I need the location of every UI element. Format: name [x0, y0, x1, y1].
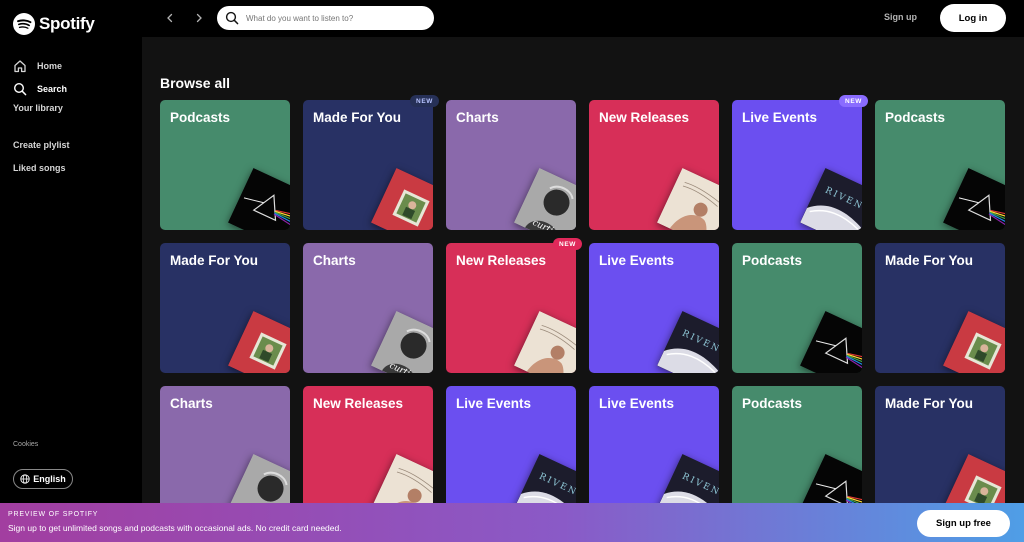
new-badge: NEW: [553, 238, 582, 250]
category-card-title: New Releases: [599, 110, 690, 125]
category-card[interactable]: Made For You: [875, 386, 1005, 503]
category-card[interactable]: Live Events RIVEN: [589, 386, 719, 503]
category-card[interactable]: Live Events RIVEN: [446, 386, 576, 503]
new-badge: NEW: [839, 95, 868, 107]
globe-icon: [20, 474, 30, 484]
category-cover-art: [228, 311, 290, 373]
nav-home-label: Home: [37, 60, 63, 71]
category-cover-art: curtis: [371, 311, 433, 373]
category-card[interactable]: Live Events RIVEN: [589, 243, 719, 373]
your-library-link[interactable]: Your library: [13, 103, 63, 113]
category-card-title: Live Events: [456, 396, 532, 411]
category-card-title: Live Events: [599, 396, 675, 411]
category-card[interactable]: Podcasts: [875, 100, 1005, 230]
category-card-title: Charts: [170, 396, 213, 411]
back-button[interactable]: [160, 8, 180, 28]
category-cover-art: [943, 454, 1005, 503]
category-card-title: New Releases: [456, 253, 547, 268]
forward-button[interactable]: [189, 8, 209, 28]
banner-kicker: PREVIEW OF SPOTIFY: [8, 511, 99, 518]
nav-search[interactable]: Search: [13, 77, 67, 100]
category-card[interactable]: New Releases: [446, 243, 576, 373]
category-card-title: Podcasts: [742, 253, 803, 268]
chevron-right-icon: [196, 13, 202, 23]
search-input[interactable]: [246, 13, 426, 23]
category-card-title: Podcasts: [170, 110, 231, 125]
chevron-left-icon: [167, 13, 173, 23]
nav-search-label: Search: [37, 83, 68, 94]
category-card[interactable]: New Releases: [589, 100, 719, 230]
banner-text: Sign up to get unlimited songs and podca…: [8, 523, 342, 533]
category-cover-art: [943, 311, 1005, 373]
category-card-title: Live Events: [599, 253, 675, 268]
main-nav: Home Search: [13, 54, 67, 100]
category-cover-art: RIVEN: [657, 454, 719, 503]
category-card[interactable]: Live Events RIVEN: [732, 100, 862, 230]
category-cover-art: [943, 168, 1005, 230]
category-card[interactable]: Podcasts: [160, 100, 290, 230]
create-playlist-link[interactable]: Create plylist: [13, 140, 70, 150]
language-label: English: [33, 474, 66, 484]
category-card[interactable]: Charts curtis: [303, 243, 433, 373]
category-card[interactable]: Podcasts: [732, 386, 862, 503]
signup-banner[interactable]: PREVIEW OF SPOTIFY Sign up to get unlimi…: [0, 503, 1024, 542]
spotify-logo-icon: [13, 13, 35, 35]
category-card[interactable]: Made For You: [160, 243, 290, 373]
category-card-title: New Releases: [313, 396, 404, 411]
home-icon: [13, 59, 27, 73]
category-cover-art: [514, 311, 576, 373]
category-card-title: Live Events: [742, 110, 818, 125]
category-card-title: Charts: [313, 253, 356, 268]
category-card[interactable]: Charts curtis: [160, 386, 290, 503]
category-cover-art: [657, 168, 719, 230]
category-card[interactable]: New Releases: [303, 386, 433, 503]
category-card-title: Made For You: [885, 396, 974, 411]
new-badge: NEW: [410, 95, 439, 107]
category-grid: Podcasts Made For You NEW Charts curtis New R…: [160, 95, 1005, 503]
signup-free-button[interactable]: Sign up free: [917, 510, 1010, 537]
category-card[interactable]: Podcasts: [732, 243, 862, 373]
category-card[interactable]: Made For You: [875, 243, 1005, 373]
logo-text: Spotify: [39, 14, 95, 33]
category-card-title: Made For You: [885, 253, 974, 268]
category-card-title: Podcasts: [742, 396, 803, 411]
search-icon: [225, 11, 239, 25]
nav-home[interactable]: Home: [13, 54, 67, 77]
category-cover-art: [371, 454, 433, 503]
category-cover-art: RIVEN: [514, 454, 576, 503]
sidebar: Spotify Home Search Your library Create …: [0, 0, 142, 542]
language-button[interactable]: English: [13, 469, 73, 489]
category-cover-art: [800, 311, 862, 373]
category-cover-art: RIVEN: [800, 168, 862, 230]
search-icon: [13, 82, 27, 96]
category-card[interactable]: Made For You: [303, 100, 433, 230]
main-content: Browse all Podcasts Made For You NEW Charts…: [142, 37, 1024, 503]
category-card[interactable]: Charts curtis: [446, 100, 576, 230]
category-cover-art: [371, 168, 433, 230]
category-cover-art: curtis: [514, 168, 576, 230]
category-card-title: Charts: [456, 110, 499, 125]
category-card-title: Made For You: [170, 253, 259, 268]
category-cover-art: [800, 454, 862, 503]
category-card-title: Podcasts: [885, 110, 946, 125]
section-title: Browse all: [160, 75, 231, 91]
category-cover-art: curtis: [228, 454, 290, 503]
category-cover-art: RIVEN: [657, 311, 719, 373]
cookies-link[interactable]: Cookies: [13, 441, 38, 448]
spotify-logo[interactable]: Spotify: [13, 13, 95, 35]
topbar: Sign up Log in: [142, 0, 1024, 37]
liked-songs-link[interactable]: Liked songs: [13, 163, 66, 173]
login-button[interactable]: Log in: [940, 4, 1006, 32]
signup-link[interactable]: Sign up: [884, 12, 917, 22]
category-cover-art: [228, 168, 290, 230]
category-card-title: Made For You: [313, 110, 402, 125]
search-bar[interactable]: [217, 6, 434, 30]
